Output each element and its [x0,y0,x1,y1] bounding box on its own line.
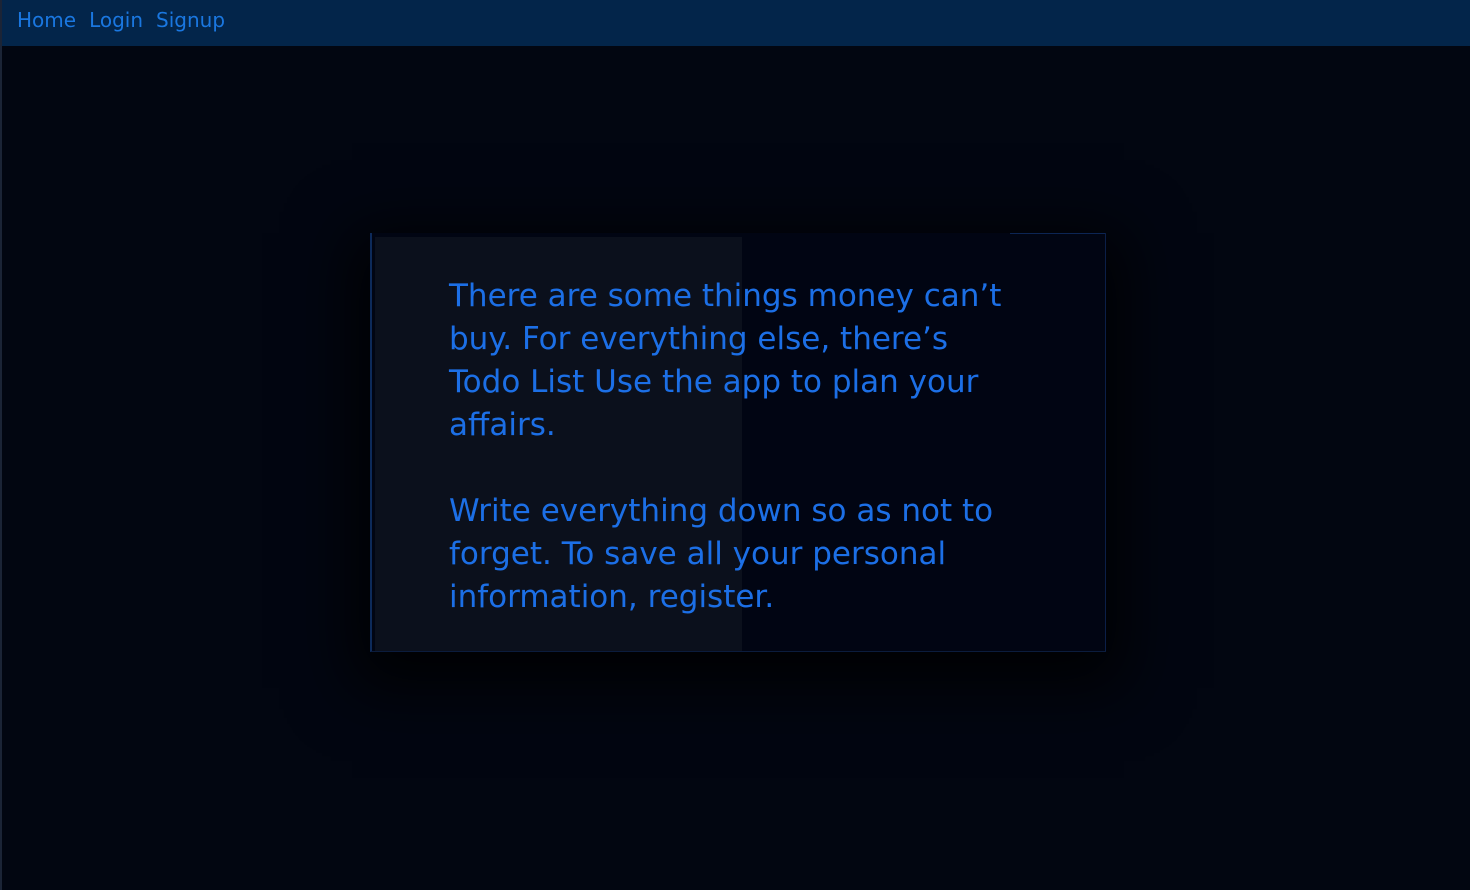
intro-paragraph-2: Write everything down so as not to forge… [449,493,994,615]
card-top-accent [1010,233,1106,234]
card-right-accent [1105,233,1106,651]
nav-link-login[interactable]: Login [89,10,143,30]
page: Home Login Signup There are some things … [0,0,1470,890]
intro-text: There are some things money can’t buy. F… [449,275,1009,619]
nav-link-signup[interactable]: Signup [156,10,225,30]
intro-paragraph-1: There are some things money can’t buy. F… [449,278,1002,443]
intro-card: There are some things money can’t buy. F… [370,233,1106,652]
top-navbar: Home Login Signup [2,0,1470,46]
nav-link-home[interactable]: Home [17,10,76,30]
